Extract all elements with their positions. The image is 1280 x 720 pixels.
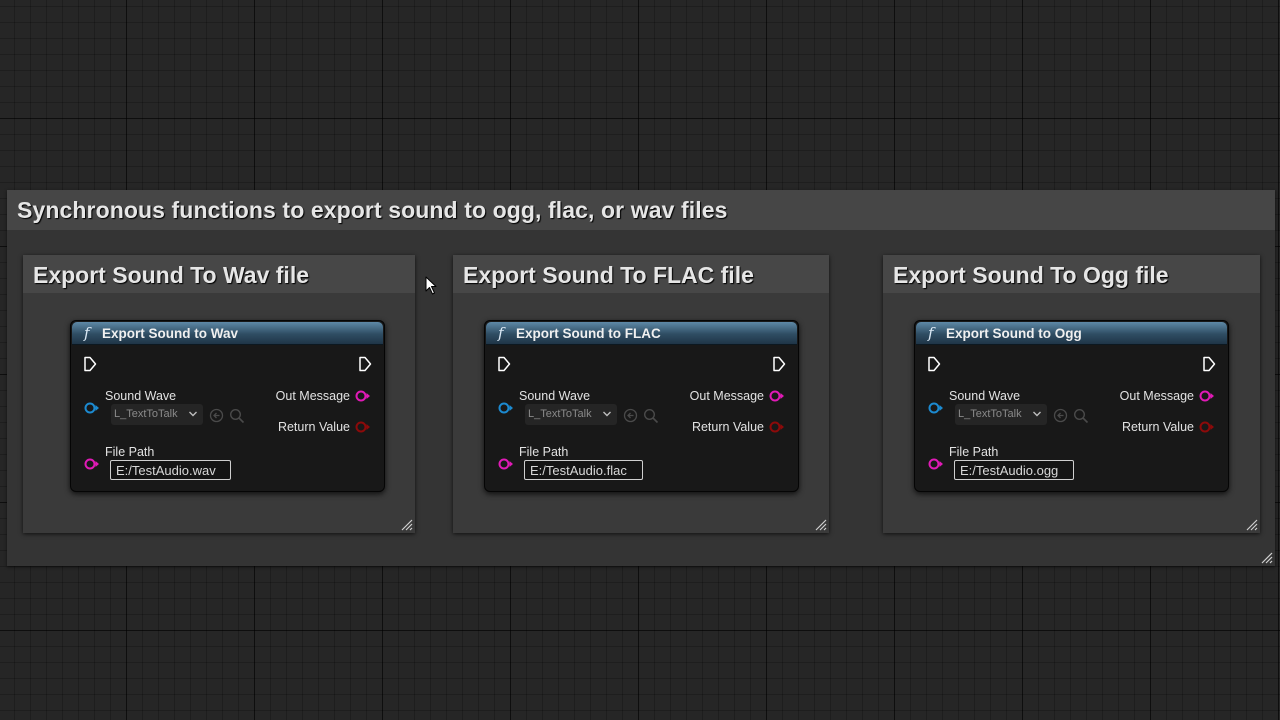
- chevron-down-icon: [189, 411, 197, 417]
- node-title: Export Sound to Wav: [102, 326, 238, 341]
- sound-wave-value: L_TextToTalk: [528, 408, 592, 420]
- exec-out-pin-icon[interactable]: [772, 356, 786, 372]
- file-path-value: E:/TestAudio.wav: [116, 463, 216, 478]
- bool-pin-icon[interactable]: [354, 420, 372, 434]
- exec-out-pin-icon[interactable]: [358, 356, 372, 372]
- chevron-down-icon: [603, 411, 611, 417]
- file-path-value: E:/TestAudio.ogg: [960, 463, 1059, 478]
- file-path-input[interactable]: E:/TestAudio.flac: [524, 460, 643, 480]
- sound-wave-label: Sound Wave: [105, 389, 177, 403]
- string-pin-icon[interactable]: [354, 389, 372, 403]
- sound-wave-dropdown[interactable]: L_TextToTalk: [111, 404, 203, 425]
- comment-title: Export Sound To Wav file: [33, 262, 309, 288]
- node-export-sound-to-flac[interactable]: f Export Sound to FLAC Sound Wave L_Text…: [484, 320, 799, 492]
- sound-wave-dropdown[interactable]: L_TextToTalk: [955, 404, 1047, 425]
- function-icon: f: [928, 324, 934, 342]
- file-path-input[interactable]: E:/TestAudio.ogg: [954, 460, 1074, 480]
- object-pin-icon[interactable]: [497, 401, 515, 415]
- node-header[interactable]: f Export Sound to Ogg: [916, 322, 1227, 345]
- return-value-label: Return Value: [691, 420, 764, 434]
- string-pin-icon[interactable]: [1198, 389, 1216, 403]
- sound-wave-dropdown[interactable]: L_TextToTalk: [525, 404, 617, 425]
- browse-icon[interactable]: [623, 408, 638, 423]
- resize-grip-icon[interactable]: [1261, 552, 1273, 564]
- function-icon: f: [84, 324, 90, 342]
- node-header[interactable]: f Export Sound to FLAC: [486, 322, 797, 345]
- resize-grip-icon[interactable]: [401, 519, 413, 531]
- out-message-label: Out Message: [275, 389, 350, 403]
- search-icon[interactable]: [229, 408, 245, 424]
- bool-pin-icon[interactable]: [1198, 420, 1216, 434]
- search-icon[interactable]: [643, 408, 659, 424]
- string-pin-icon[interactable]: [927, 457, 945, 471]
- comment-header[interactable]: Export Sound To FLAC file: [453, 255, 829, 293]
- exec-in-pin-icon[interactable]: [927, 356, 941, 372]
- browse-icon[interactable]: [209, 408, 224, 423]
- resize-grip-icon[interactable]: [815, 519, 827, 531]
- out-message-label: Out Message: [1119, 389, 1194, 403]
- search-icon[interactable]: [1073, 408, 1089, 424]
- file-path-label: File Path: [105, 445, 155, 459]
- node-header[interactable]: f Export Sound to Wav: [72, 322, 383, 345]
- out-message-label: Out Message: [689, 389, 764, 403]
- string-pin-icon[interactable]: [83, 457, 101, 471]
- bool-pin-icon[interactable]: [768, 420, 786, 434]
- outer-comment-header[interactable]: Synchronous functions to export sound to…: [7, 190, 1275, 230]
- browse-icon[interactable]: [1053, 408, 1068, 423]
- outer-comment-title: Synchronous functions to export sound to…: [17, 197, 728, 223]
- object-pin-icon[interactable]: [83, 401, 101, 415]
- mouse-cursor-icon: [425, 276, 437, 295]
- node-title: Export Sound to FLAC: [516, 326, 661, 341]
- comment-header[interactable]: Export Sound To Wav file: [23, 255, 415, 293]
- sound-wave-value: L_TextToTalk: [958, 408, 1022, 420]
- file-path-label: File Path: [519, 445, 569, 459]
- exec-out-pin-icon[interactable]: [1202, 356, 1216, 372]
- object-pin-icon[interactable]: [927, 401, 945, 415]
- comment-header[interactable]: Export Sound To Ogg file: [883, 255, 1260, 293]
- sound-wave-label: Sound Wave: [949, 389, 1021, 403]
- comment-title: Export Sound To Ogg file: [893, 262, 1169, 288]
- string-pin-icon[interactable]: [768, 389, 786, 403]
- file-path-value: E:/TestAudio.flac: [530, 463, 627, 478]
- node-title: Export Sound to Ogg: [946, 326, 1082, 341]
- exec-in-pin-icon[interactable]: [497, 356, 511, 372]
- string-pin-icon[interactable]: [497, 457, 515, 471]
- resize-grip-icon[interactable]: [1246, 519, 1258, 531]
- sound-wave-label: Sound Wave: [519, 389, 591, 403]
- file-path-input[interactable]: E:/TestAudio.wav: [110, 460, 231, 480]
- sound-wave-value: L_TextToTalk: [114, 408, 178, 420]
- node-export-sound-to-ogg[interactable]: f Export Sound to Ogg Sound Wave L_TextT…: [914, 320, 1229, 492]
- node-export-sound-to-wav[interactable]: f Export Sound to Wav Sound Wave L_TextT…: [70, 320, 385, 492]
- return-value-label: Return Value: [277, 420, 350, 434]
- function-icon: f: [498, 324, 504, 342]
- chevron-down-icon: [1033, 411, 1041, 417]
- comment-title: Export Sound To FLAC file: [463, 262, 754, 288]
- return-value-label: Return Value: [1121, 420, 1194, 434]
- file-path-label: File Path: [949, 445, 999, 459]
- exec-in-pin-icon[interactable]: [83, 356, 97, 372]
